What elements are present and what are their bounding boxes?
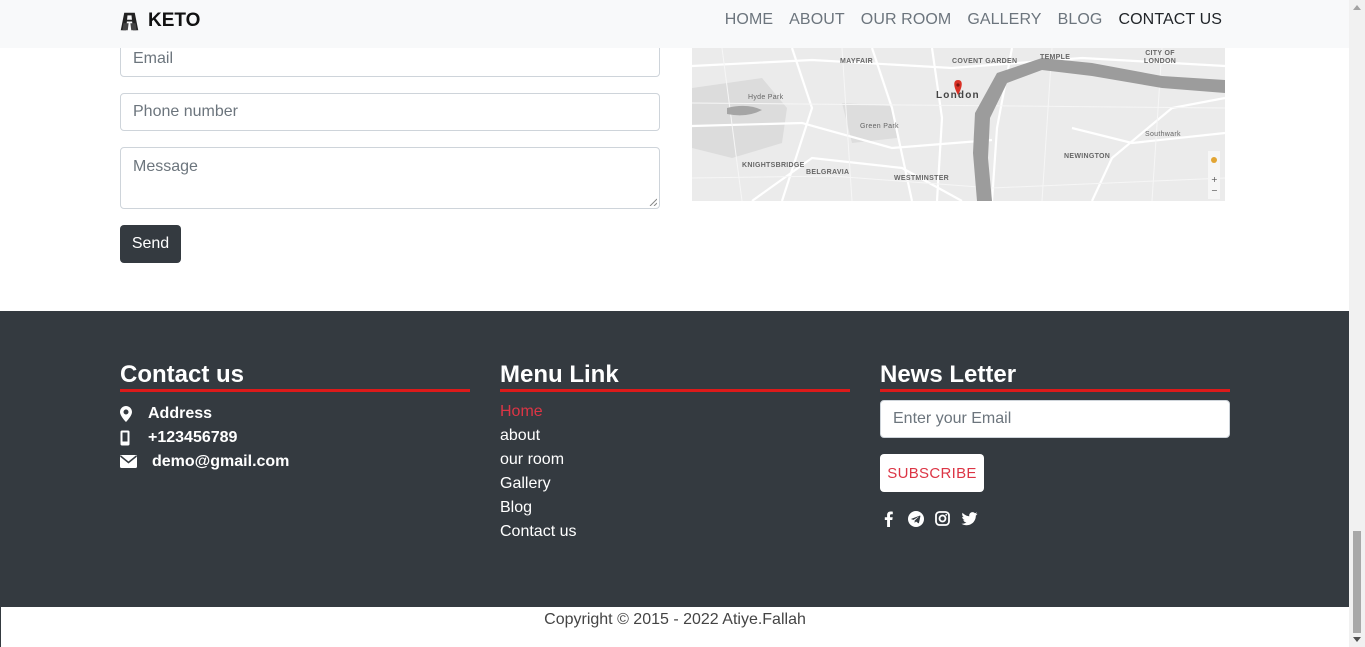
newsletter-title: News Letter — [880, 361, 1230, 392]
copyright: Copyright © 2015 - 2022 Atiye.Fallah — [0, 607, 1349, 647]
email-text[interactable]: demo@gmail.com — [152, 453, 289, 471]
footer-link-about[interactable]: about — [500, 424, 850, 448]
map-label: BELGRAVIA — [806, 169, 850, 176]
scroll-up-arrow-icon[interactable] — [1353, 5, 1361, 10]
envelope-icon — [120, 455, 152, 468]
contact-email: demo@gmail.com — [120, 452, 470, 471]
map-city-label: London — [936, 90, 980, 101]
map-tiles: + − — [692, 48, 1225, 201]
footer-link-gallery[interactable]: Gallery — [500, 472, 850, 496]
newsletter-email-input[interactable]: Enter your Email — [880, 400, 1230, 438]
newsletter-placeholder: Enter your Email — [893, 410, 1012, 427]
nav-home[interactable]: HOME — [725, 11, 773, 29]
facebook-icon[interactable] — [880, 510, 897, 527]
nav-contact-us[interactable]: CONTACT US — [1118, 11, 1222, 29]
nav-blog[interactable]: BLOG — [1058, 11, 1103, 29]
footer-link-home[interactable]: Home — [500, 400, 850, 424]
scroll-thumb[interactable] — [1353, 531, 1361, 633]
twitter-icon[interactable] — [961, 510, 978, 527]
map-marker-icon — [120, 405, 148, 422]
footer-contact: Contact us Address +123456789 demo@gmail… — [120, 361, 470, 471]
resize-handle-icon[interactable] — [649, 198, 657, 206]
instagram-icon[interactable] — [934, 510, 951, 527]
map-label: Hyde Park — [748, 94, 784, 101]
brand-logo[interactable]: KETO — [119, 10, 200, 32]
footer-link-our-room[interactable]: our room — [500, 448, 850, 472]
nav-about[interactable]: ABOUT — [789, 11, 845, 29]
navbar: KETO HOME ABOUT OUR ROOM GALLERY BLOG CO… — [0, 0, 1349, 48]
map-label: NEWINGTON — [1064, 153, 1111, 160]
nav-links: HOME ABOUT OUR ROOM GALLERY BLOG CONTACT… — [725, 11, 1222, 29]
map-label: WESTMINSTER — [894, 175, 950, 182]
message-placeholder: Message — [133, 158, 198, 175]
nav-our-room[interactable]: OUR ROOM — [861, 11, 952, 29]
brand-name: KETO — [148, 10, 201, 31]
menu-title: Menu Link — [500, 361, 850, 392]
page-scrollbar[interactable] — [1349, 0, 1365, 647]
contact-address: Address — [120, 404, 470, 423]
map[interactable]: + − MAYFAIR COVENT GARDEN TEMPLE CITY OF… — [692, 48, 1225, 201]
phone-field[interactable]: Phone number — [120, 93, 660, 131]
send-button[interactable]: Send — [120, 225, 181, 263]
map-label: COVENT GARDEN — [952, 58, 1018, 65]
footer-menu: Menu Link Home about our room Gallery Bl… — [500, 361, 850, 544]
phone-text: +123456789 — [148, 428, 238, 446]
map-label: MAYFAIR — [840, 58, 873, 65]
map-label: TEMPLE — [1040, 54, 1071, 61]
map-label: Green Park — [860, 123, 899, 130]
email-placeholder: Email — [133, 49, 174, 67]
footer-link-contact-us[interactable]: Contact us — [500, 520, 850, 544]
map-label: CITY OF LONDON — [1143, 50, 1177, 65]
scroll-down-arrow-icon[interactable] — [1353, 637, 1361, 642]
gate-icon — [120, 12, 139, 30]
footer-newsletter: News Letter Enter your Email SUBSCRIBE — [880, 361, 1230, 527]
message-field[interactable]: Message — [120, 147, 660, 209]
contact-title: Contact us — [120, 361, 470, 392]
footer-link-blog[interactable]: Blog — [500, 496, 850, 520]
mobile-icon — [120, 430, 148, 446]
map-label: Southwark — [1145, 131, 1181, 138]
social-links — [880, 510, 1230, 527]
telegram-icon[interactable] — [907, 510, 924, 527]
map-label: KNIGHTSBRIDGE — [742, 162, 805, 169]
subscribe-button[interactable]: SUBSCRIBE — [880, 454, 984, 492]
footer: Contact us Address +123456789 demo@gmail… — [0, 311, 1349, 607]
svg-text:+: + — [1211, 175, 1218, 184]
address-text: Address — [148, 404, 213, 422]
nav-gallery[interactable]: GALLERY — [967, 11, 1041, 29]
contact-phone: +123456789 — [120, 428, 470, 447]
svg-text:−: − — [1211, 186, 1218, 195]
phone-placeholder: Phone number — [133, 103, 238, 120]
